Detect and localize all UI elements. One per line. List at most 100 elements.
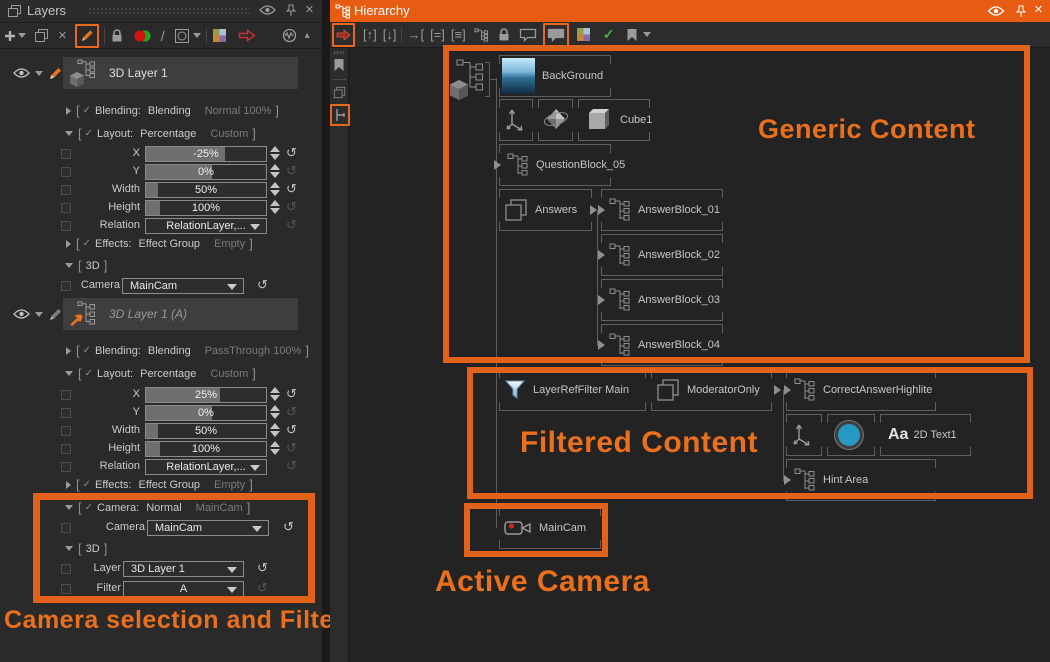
animate-checkbox[interactable] — [61, 185, 71, 195]
reset-icon[interactable]: ↺ — [286, 422, 297, 438]
lock-layer-button[interactable] — [110, 26, 124, 46]
animate-checkbox[interactable] — [61, 444, 71, 454]
reset-icon[interactable]: ↺ — [286, 217, 297, 233]
width-value-field[interactable]: 50% — [145, 182, 267, 198]
node-answer-block-3[interactable]: AnswerBlock_03 — [601, 279, 723, 321]
node-2d-text[interactable]: Aa 2D Text1 — [880, 414, 971, 456]
insert-group-button[interactable]: [≡] — [451, 25, 466, 45]
layer-visibility-eye-icon[interactable] — [13, 67, 30, 79]
pin-icon[interactable] — [1015, 5, 1027, 18]
edit-pencil-icon[interactable] — [48, 65, 63, 81]
bookmark-caret-icon[interactable] — [643, 25, 651, 45]
x-value-field[interactable]: 25% — [145, 387, 267, 403]
camera-group-row[interactable]: [✓ Camera: Normal MainCam] — [0, 500, 322, 515]
reset-icon[interactable]: ↺ — [257, 560, 268, 576]
group-check-icon[interactable]: ✓ — [83, 345, 91, 356]
reset-icon[interactable]: ↺ — [286, 404, 297, 420]
node-hint-area[interactable]: Hint Area — [786, 459, 936, 501]
3d-group-row[interactable]: [3D] — [0, 541, 322, 556]
group-check-icon[interactable]: ✓ — [83, 238, 91, 249]
camera-dropdown[interactable]: MainCam — [122, 278, 244, 294]
layer-expand-caret-icon[interactable] — [35, 71, 43, 76]
layer-expand-caret-icon[interactable] — [35, 312, 43, 317]
add-layer-button[interactable] — [4, 26, 16, 46]
animate-checkbox[interactable] — [61, 221, 71, 231]
expand-right-icon[interactable] — [66, 347, 71, 355]
expand-down-icon[interactable] — [65, 546, 73, 551]
layer-visibility-eye-icon[interactable] — [13, 308, 30, 320]
pin-icon[interactable] — [285, 4, 301, 18]
node-background[interactable]: BackGround — [499, 55, 611, 97]
subtree-button[interactable] — [474, 25, 489, 45]
reset-icon[interactable]: ↺ — [257, 277, 268, 293]
color-scheme-button[interactable] — [212, 26, 227, 46]
validate-check-icon[interactable]: ✓ — [603, 25, 615, 45]
group-check-icon[interactable]: ✓ — [85, 368, 93, 379]
group-check-icon[interactable]: ✓ — [83, 105, 91, 116]
duplicate-layer-button[interactable] — [34, 26, 49, 46]
jump-to-output-button[interactable] — [238, 26, 256, 46]
mask-mode-button[interactable] — [174, 26, 190, 46]
comment-button[interactable] — [519, 25, 537, 45]
value-spinner[interactable] — [270, 405, 280, 419]
animate-checkbox[interactable] — [61, 408, 71, 418]
reset-icon[interactable]: ↺ — [286, 145, 297, 161]
effects-group-row[interactable]: [✓ Effects: Effect Group Empty] — [0, 236, 322, 251]
y-value-field[interactable]: 0% — [145, 405, 267, 421]
jump-to-node-button[interactable] — [336, 25, 351, 45]
mask-mode-caret-icon[interactable] — [193, 26, 201, 46]
height-value-field[interactable]: 100% — [145, 441, 267, 457]
animate-checkbox[interactable] — [61, 390, 71, 400]
layers-titlebar[interactable]: Layers × — [0, 0, 322, 23]
value-spinner[interactable] — [270, 200, 280, 214]
node-material-circle[interactable] — [827, 414, 875, 456]
layout-group-row[interactable]: [✓ Layout: Percentage Custom] — [0, 126, 322, 141]
animate-checkbox[interactable] — [61, 167, 71, 177]
reset-icon[interactable]: ↺ — [286, 163, 297, 179]
node-question-block[interactable]: QuestionBlock_05 — [499, 144, 611, 186]
reset-icon[interactable]: ↺ — [257, 580, 268, 596]
layers-tab-icon[interactable] — [333, 86, 346, 99]
expand-down-icon[interactable] — [65, 263, 73, 268]
expand-right-icon[interactable] — [66, 481, 71, 489]
node-gimbal[interactable] — [538, 99, 573, 141]
value-spinner[interactable] — [270, 423, 280, 437]
edit-layer-button[interactable] — [79, 26, 95, 46]
expand-down-icon[interactable] — [65, 505, 73, 510]
node-layer-ref-filter[interactable]: LayerRefFilter Main — [499, 369, 646, 411]
node-correct-answer[interactable]: CorrectAnswerHighlite — [786, 369, 936, 411]
bookmark-tab-icon[interactable] — [333, 58, 345, 72]
eye-icon[interactable] — [259, 4, 275, 18]
reset-icon[interactable]: ↺ — [283, 519, 294, 535]
value-spinner[interactable] — [270, 146, 280, 160]
reset-icon[interactable]: ↺ — [286, 440, 297, 456]
animate-checkbox[interactable] — [61, 203, 71, 213]
expand-down-icon[interactable] — [65, 371, 73, 376]
animate-checkbox[interactable] — [61, 523, 71, 533]
delete-layer-button[interactable]: × — [58, 26, 67, 46]
3d-group-row[interactable]: [3D] — [0, 258, 322, 273]
layer2-header-bar[interactable]: 3D Layer 1 (A) — [63, 298, 298, 330]
blending-group-row[interactable]: [✓ Blending: Blending PassThrough 100%] — [0, 343, 322, 358]
insert-between-button[interactable]: [=] — [430, 25, 445, 45]
node-answer-block-2[interactable]: AnswerBlock_02 — [601, 234, 723, 276]
reset-icon[interactable]: ↺ — [286, 458, 297, 474]
node-answers[interactable]: Answers — [499, 189, 592, 231]
collapse-panel-icon[interactable]: ▴ — [305, 26, 310, 46]
node-main-cam[interactable]: MainCam — [499, 507, 601, 549]
close-icon[interactable]: × — [1034, 1, 1043, 18]
edit-pencil-icon[interactable] — [48, 306, 63, 322]
layout-group-row[interactable]: [✓ Layout: Percentage Custom] — [0, 366, 322, 381]
hierarchy-titlebar[interactable]: Hierarchy × — [330, 0, 1050, 22]
node-axis-2[interactable] — [786, 414, 822, 456]
reset-icon[interactable]: ↺ — [286, 386, 297, 402]
render-toggle-button[interactable] — [133, 26, 152, 46]
group-check-icon[interactable]: ✓ — [83, 479, 91, 490]
node-axis[interactable] — [499, 99, 533, 141]
width-value-field[interactable]: 50% — [145, 423, 267, 439]
layer1-header-bar[interactable]: 3D Layer 1 — [63, 57, 298, 89]
value-spinner[interactable] — [270, 182, 280, 196]
color-scheme-button[interactable] — [576, 25, 591, 45]
expand-right-icon[interactable] — [66, 240, 71, 248]
group-check-icon[interactable]: ✓ — [85, 502, 93, 513]
